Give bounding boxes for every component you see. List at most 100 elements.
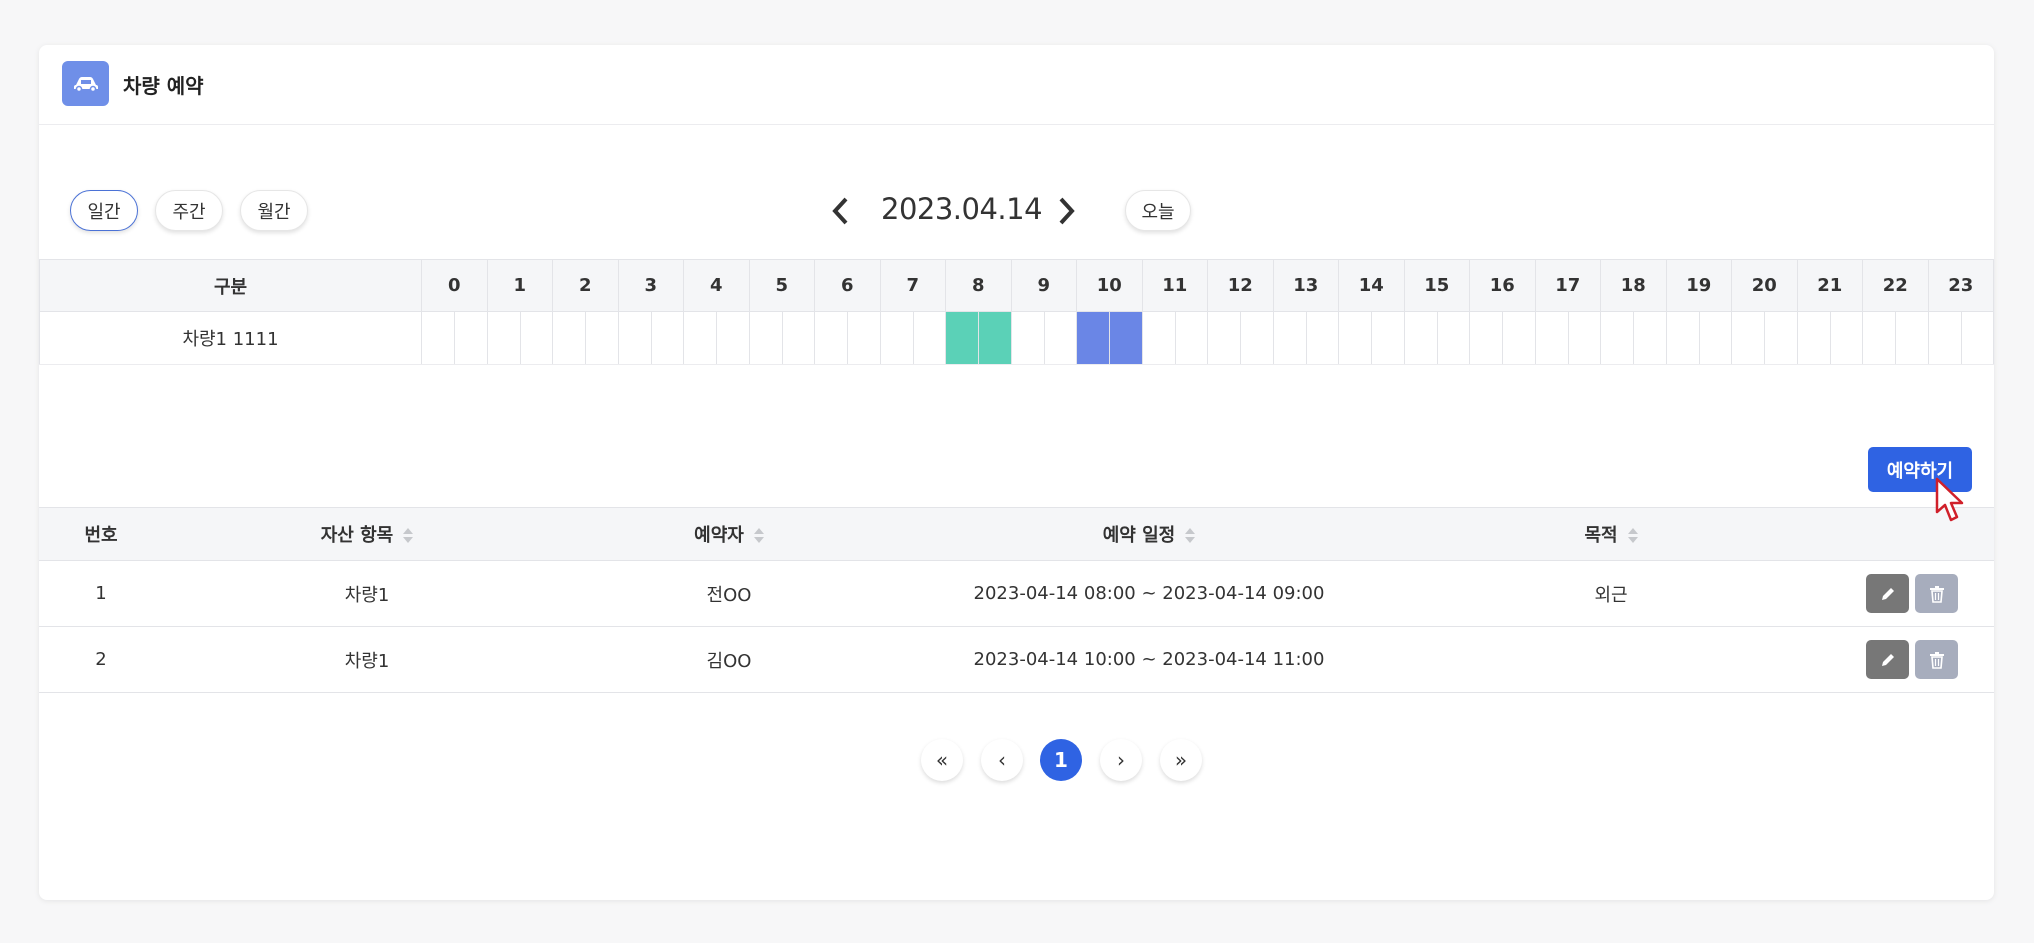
sort-icon[interactable]: [1627, 528, 1638, 544]
prev-page-button[interactable]: ‹: [981, 739, 1023, 781]
time-slot[interactable]: [1208, 313, 1240, 364]
time-slot[interactable]: [585, 312, 617, 364]
col-purpose[interactable]: 목적: [1411, 507, 1811, 561]
time-slot[interactable]: [1698, 312, 1731, 364]
hour-cell[interactable]: [1796, 311, 1863, 365]
time-slot[interactable]: [1109, 312, 1142, 364]
time-slot[interactable]: [912, 312, 945, 364]
time-slot[interactable]: [1502, 312, 1534, 364]
time-slot[interactable]: [1305, 312, 1338, 364]
hour-header: 7: [879, 259, 946, 312]
hour-cell[interactable]: [1272, 311, 1339, 365]
time-slot[interactable]: [1274, 313, 1306, 364]
hour-cell[interactable]: [421, 311, 488, 365]
edit-button[interactable]: [1866, 574, 1909, 613]
sort-icon[interactable]: [753, 528, 764, 544]
time-slot[interactable]: [1339, 313, 1371, 364]
delete-button[interactable]: [1915, 574, 1958, 613]
hour-cell[interactable]: [1207, 311, 1274, 365]
next-page-button[interactable]: ›: [1100, 739, 1142, 781]
time-slot[interactable]: [650, 312, 683, 364]
time-slot[interactable]: [978, 312, 1011, 364]
next-date-button[interactable]: [1053, 193, 1081, 229]
hour-cell[interactable]: [1141, 311, 1208, 365]
col-asset[interactable]: 자산 항목: [163, 507, 571, 561]
hour-cell[interactable]: [1534, 311, 1601, 365]
time-slot[interactable]: [1798, 313, 1830, 364]
time-slot[interactable]: [422, 313, 454, 364]
time-slot[interactable]: [881, 313, 913, 364]
hour-cell[interactable]: [1665, 311, 1732, 365]
time-slot[interactable]: [1470, 313, 1502, 364]
time-slot[interactable]: [1829, 312, 1862, 364]
time-slot[interactable]: [1174, 312, 1207, 364]
edit-button[interactable]: [1866, 640, 1909, 679]
time-slot[interactable]: [684, 313, 716, 364]
hour-cell[interactable]: [1469, 311, 1536, 365]
table-row[interactable]: 2 차량1 김OO 2023-04-14 10:00 ~ 2023-04-14 …: [39, 626, 1994, 693]
hour-cell[interactable]: [1338, 311, 1405, 365]
time-slot[interactable]: [519, 312, 552, 364]
time-slot[interactable]: [1077, 312, 1110, 364]
time-slot[interactable]: [1567, 312, 1600, 364]
col-schedule[interactable]: 예약 일정: [887, 507, 1411, 561]
first-page-button[interactable]: «: [921, 739, 963, 781]
table-row[interactable]: 1 차량1 전OO 2023-04-14 08:00 ~ 2023-04-14 …: [39, 560, 1994, 627]
time-slot[interactable]: [1633, 312, 1665, 364]
view-daily-button[interactable]: 일간: [70, 190, 138, 231]
hour-cell[interactable]: [748, 311, 815, 365]
last-page-button[interactable]: »: [1160, 739, 1202, 781]
hour-cell[interactable]: [1927, 311, 1994, 365]
time-slot[interactable]: [1240, 312, 1272, 364]
time-slot[interactable]: [1536, 313, 1568, 364]
time-slot[interactable]: [619, 313, 651, 364]
hour-cell[interactable]: [1862, 311, 1929, 365]
time-slot[interactable]: [1929, 313, 1961, 364]
hour-cell[interactable]: [486, 311, 553, 365]
time-slot[interactable]: [815, 313, 847, 364]
time-slot[interactable]: [1371, 312, 1403, 364]
hour-cell[interactable]: [1731, 311, 1798, 365]
hour-cell[interactable]: [1600, 311, 1667, 365]
today-button[interactable]: 오늘: [1125, 190, 1191, 231]
hour-cell[interactable]: [1403, 311, 1470, 365]
time-slot[interactable]: [488, 313, 520, 364]
time-slot[interactable]: [1436, 312, 1469, 364]
time-slot[interactable]: [1143, 313, 1175, 364]
time-slot[interactable]: [1012, 313, 1044, 364]
hour-header: 14: [1338, 259, 1405, 312]
time-slot[interactable]: [1667, 313, 1699, 364]
hour-cell[interactable]: [552, 311, 619, 365]
time-slot[interactable]: [1732, 313, 1764, 364]
time-slot[interactable]: [847, 312, 879, 364]
hour-cell[interactable]: [1076, 311, 1143, 365]
time-slot[interactable]: [454, 312, 486, 364]
col-reserver[interactable]: 예약자: [571, 507, 887, 561]
time-slot[interactable]: [781, 312, 814, 364]
sort-icon[interactable]: [403, 528, 414, 544]
time-slot[interactable]: [716, 312, 748, 364]
prev-date-button[interactable]: [826, 193, 854, 229]
hour-cell[interactable]: [683, 311, 750, 365]
hour-cell[interactable]: [1010, 311, 1077, 365]
time-slot[interactable]: [1863, 313, 1895, 364]
time-slot[interactable]: [1895, 312, 1927, 364]
time-slot[interactable]: [1960, 312, 1993, 364]
page-1-button[interactable]: 1: [1040, 739, 1082, 781]
view-monthly-button[interactable]: 월간: [240, 190, 308, 231]
time-slot[interactable]: [553, 313, 585, 364]
hour-cell[interactable]: [617, 311, 684, 365]
time-slot[interactable]: [1764, 312, 1796, 364]
hour-cell[interactable]: [879, 311, 946, 365]
time-slot[interactable]: [750, 313, 782, 364]
time-slot[interactable]: [946, 312, 979, 364]
hour-cell[interactable]: [945, 311, 1012, 365]
time-slot[interactable]: [1405, 313, 1437, 364]
time-slot[interactable]: [1043, 312, 1076, 364]
delete-button[interactable]: [1915, 640, 1958, 679]
sort-icon[interactable]: [1185, 528, 1196, 544]
view-weekly-button[interactable]: 주간: [155, 190, 223, 231]
time-slot[interactable]: [1601, 313, 1633, 364]
col-reserver-label: 예약자: [694, 525, 744, 546]
hour-cell[interactable]: [814, 311, 881, 365]
